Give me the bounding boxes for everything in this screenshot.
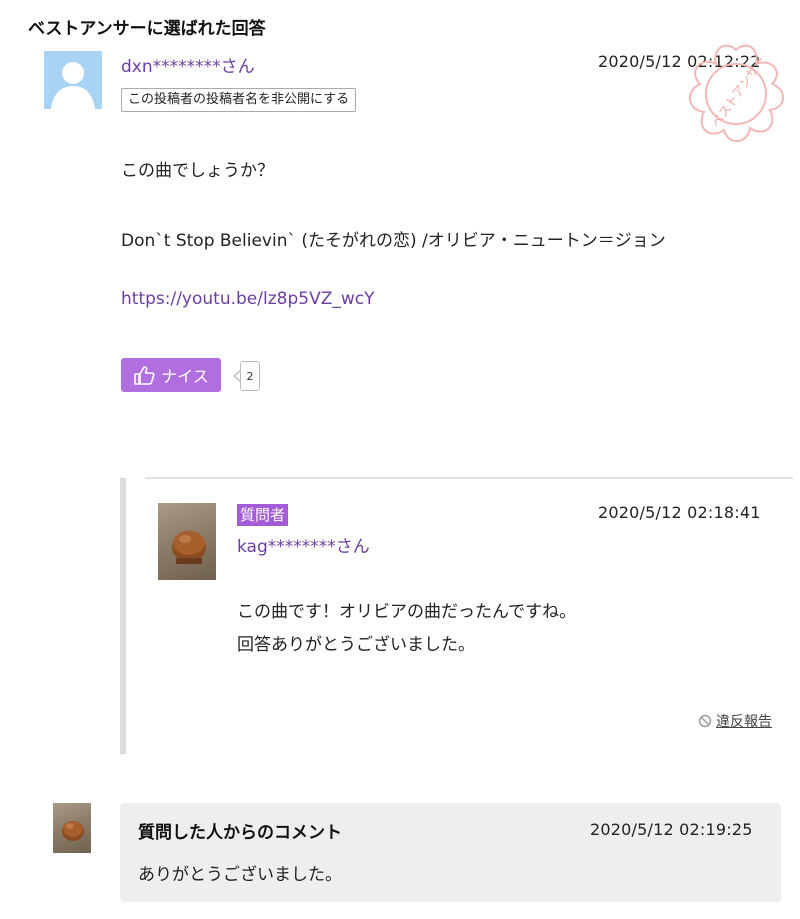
- reply-line-1: この曲です！オリビアの曲だったんですね。: [237, 602, 577, 622]
- asker-avatar[interactable]: [158, 503, 216, 580]
- nice-button[interactable]: ナイス: [121, 358, 221, 392]
- figure-photo-icon: [172, 531, 206, 564]
- default-avatar[interactable]: [44, 51, 102, 109]
- comment-date: 2020/5/12 02:19:25: [590, 820, 753, 839]
- asker-badge: 質問者: [237, 504, 289, 526]
- prohibited-icon: [698, 714, 712, 728]
- nice-count: 2: [240, 361, 260, 391]
- report-label: 違反報告: [716, 714, 772, 730]
- reply-indent-bar: [120, 478, 126, 754]
- reply-date: 2020/5/12 02:18:41: [598, 503, 761, 522]
- comment-text: ありがとうございました。: [138, 865, 342, 885]
- youtube-link[interactable]: https://youtu.be/lz8p5VZ_wcY: [121, 289, 374, 309]
- nice-label: ナイス: [161, 367, 209, 386]
- comment-avatar[interactable]: [53, 803, 91, 853]
- report-link[interactable]: 違反報告: [698, 711, 772, 731]
- answer-line-1: この曲でしょうか？: [121, 161, 274, 181]
- thumbs-up-icon: [134, 366, 155, 385]
- section-title: ベストアンサーに選ばれた回答: [28, 19, 266, 39]
- reply-line-2: 回答ありがとうございました。: [237, 635, 475, 655]
- reply-divider: [145, 477, 793, 479]
- user-silhouette-icon: [51, 62, 95, 109]
- asker-username[interactable]: kag********さん: [237, 532, 370, 557]
- answer-line-2: Don`t Stop Believin` (たそがれの恋) /オリビア・ニュート…: [121, 231, 666, 251]
- best-answer-stamp: ベストアンサー: [676, 36, 796, 156]
- hide-poster-name-button[interactable]: この投稿者の投稿者名を非公開にする: [121, 88, 357, 112]
- comment-title: 質問した人からのコメント: [138, 823, 342, 843]
- answerer-username[interactable]: dxn********さん: [121, 52, 255, 77]
- figure-photo-icon: [62, 821, 84, 841]
